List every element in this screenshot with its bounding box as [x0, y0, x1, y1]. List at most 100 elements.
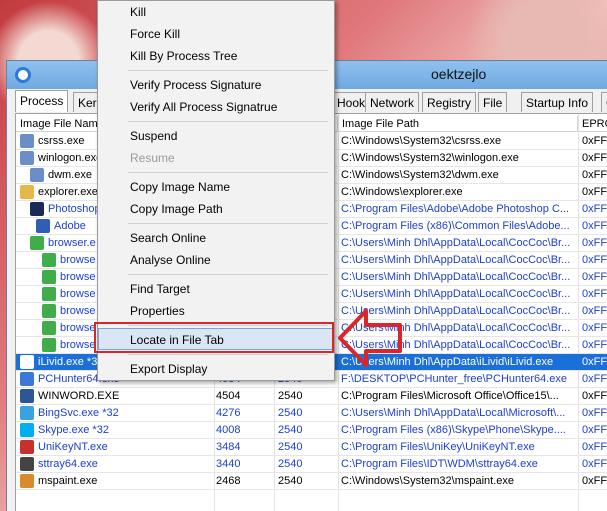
- image-path-cell: C:\Program Files\Adobe\Adobe Photoshop C…: [341, 203, 570, 215]
- pid-cell: 4276: [216, 407, 241, 419]
- process-name-cell: UniKeyNT.exe: [38, 441, 108, 453]
- image-path-cell: C:\Program Files (x86)\Common Files\Adob…: [341, 220, 570, 232]
- column-image-file-name[interactable]: Image File Name: [16, 116, 108, 132]
- parent-pid-cell: 2540: [278, 390, 303, 402]
- pid-cell: 2468: [216, 475, 241, 487]
- image-path-cell: C:\Users\Minh Dhl\AppData\Local\CocCoc\B…: [341, 288, 571, 300]
- eprocess-cell: 0xFFFF: [582, 356, 607, 368]
- menu-item-search-online[interactable]: Search Online: [130, 228, 206, 248]
- eprocess-cell: 0xFFFF: [582, 424, 607, 436]
- image-path-cell: C:\Windows\System32\mspaint.exe: [341, 475, 515, 487]
- eprocess-cell: 0xFFFF: [582, 475, 607, 487]
- eprocess-cell: 0xFFFF: [582, 271, 607, 283]
- table-row[interactable]: UniKeyNT.exe 3484 2540 C:\Program Files\Uni…: [16, 439, 607, 456]
- annotation-arrow-icon: [338, 309, 402, 367]
- eprocess-cell: 0xFFFF: [582, 152, 607, 164]
- column-image-file-path[interactable]: Image File Path: [338, 116, 578, 132]
- image-path-cell: C:\Windows\System32\dwm.exe: [341, 169, 499, 181]
- coccoc-icon: [42, 253, 56, 267]
- coccoc-icon: [42, 270, 56, 284]
- process-name-cell: explorer.exe: [38, 186, 98, 198]
- process-name-cell: dwm.exe: [48, 169, 93, 181]
- menu-item-export-display[interactable]: Export Display: [130, 359, 207, 379]
- tab-startup-info[interactable]: Startup Info: [521, 92, 594, 112]
- parent-pid-cell: 2540: [278, 441, 303, 453]
- app-logo-icon: [15, 67, 31, 83]
- eprocess-cell: 0xFFFF: [582, 288, 607, 300]
- menu-item-properties[interactable]: Properties: [130, 301, 185, 321]
- menu-item-copy-image-name[interactable]: Copy Image Name: [130, 177, 230, 197]
- coccoc-icon: [42, 304, 56, 318]
- eprocess-cell: 0xFFFF: [582, 322, 607, 334]
- menu-item-kill[interactable]: Kill: [130, 2, 146, 22]
- menu-item-verify-all-process-signature[interactable]: Verify All Process Signatrue: [130, 97, 277, 117]
- tab-registry[interactable]: Registry: [422, 92, 477, 112]
- image-path-cell: C:\Users\Minh Dhl\AppData\Local\Microsof…: [341, 407, 566, 419]
- pid-cell: 3484: [216, 441, 241, 453]
- table-row[interactable]: BingSvc.exe *32 4276 2540 C:\Users\Minh Dhl…: [16, 405, 607, 422]
- process-name-cell: browse: [60, 254, 96, 266]
- eprocess-cell: 0xFFFF: [582, 458, 607, 470]
- eprocess-cell: 0xFFFF: [582, 254, 607, 266]
- eprocess-cell: 0xFFFF: [582, 169, 607, 181]
- image-path-cell: C:\Users\Minh Dhl\AppData\Local\CocCoc\B…: [341, 237, 571, 249]
- pid-cell: 4008: [216, 424, 241, 436]
- menu-item-verify-process-signature[interactable]: Verify Process Signature: [130, 75, 261, 95]
- menu-item-analyse-online[interactable]: Analyse Online: [130, 250, 211, 270]
- eprocess-cell: 0xFFFF: [582, 339, 607, 351]
- image-path-cell: C:\Program Files\Microsoft Office\Office…: [341, 390, 559, 402]
- blank-icon: [20, 355, 34, 369]
- eprocess-cell: 0xFFFF: [582, 220, 607, 232]
- process-name-cell: Adobe: [54, 220, 86, 232]
- tab-network[interactable]: Network: [365, 92, 420, 112]
- parent-pid-cell: 2540: [278, 407, 303, 419]
- image-path-cell: C:\Windows\System32\winlogon.exe: [341, 152, 519, 164]
- menu-item-kill-by-process-tree[interactable]: Kill By Process Tree: [130, 46, 237, 66]
- bing-icon: [20, 406, 34, 420]
- process-name-cell: browser.e: [48, 237, 96, 249]
- tab-more[interactable]: C: [601, 92, 607, 112]
- eprocess-cell: 0xFFFF: [582, 186, 607, 198]
- menu-item-find-target[interactable]: Find Target: [130, 279, 190, 299]
- tab-file[interactable]: File: [478, 92, 508, 112]
- annotation-highlight-box: [94, 322, 334, 353]
- process-name-cell: browse: [60, 288, 96, 300]
- adobe-icon: [36, 219, 50, 233]
- process-name-cell: mspaint.exe: [38, 475, 98, 487]
- column-eprocess[interactable]: EPROCESS: [578, 116, 607, 132]
- parent-pid-cell: 2540: [278, 475, 303, 487]
- table-row[interactable]: WINWORD.EXE 4504 2540 C:\Program Files\Micr…: [16, 388, 607, 405]
- table-row[interactable]: sttray64.exe 3440 2540 C:\Program Files\IDT…: [16, 456, 607, 473]
- window-icon: [20, 134, 34, 148]
- menu-item-suspend[interactable]: Suspend: [130, 126, 177, 146]
- process-name-cell: iLivid.exe *32: [38, 356, 104, 368]
- menu-item-copy-image-path[interactable]: Copy Image Path: [130, 199, 223, 219]
- pid-cell: 4504: [216, 390, 241, 402]
- process-name-cell: BingSvc.exe *32: [38, 407, 119, 419]
- paint-icon: [20, 474, 34, 488]
- menu-item-force-kill[interactable]: Force Kill: [130, 24, 180, 44]
- image-path-cell: C:\Program Files\IDT\WDM\sttray64.exe: [341, 458, 538, 470]
- process-name-cell: winlogon.exe: [38, 152, 103, 164]
- image-path-cell: C:\Users\Minh Dhl\AppData\Local\CocCoc\B…: [341, 254, 571, 266]
- process-name-cell: Photoshop: [48, 203, 101, 215]
- table-row[interactable]: Skype.exe *32 4008 2540 C:\Program Files (x…: [16, 422, 607, 439]
- window-icon: [30, 168, 44, 182]
- eprocess-cell: 0xFFFF: [582, 373, 607, 385]
- process-name-cell: csrss.exe: [38, 135, 85, 147]
- image-path-cell: C:\Users\Minh Dhl\AppData\Local\CocCoc\B…: [341, 271, 571, 283]
- image-path-cell: C:\Program Files\UniKey\UniKeyNT.exe: [341, 441, 535, 453]
- photoshop-icon: [30, 202, 44, 216]
- process-name-cell: sttray64.exe: [38, 458, 98, 470]
- table-row[interactable]: mspaint.exe 2468 2540 C:\Windows\System32\m…: [16, 473, 607, 490]
- tab-process[interactable]: Process: [15, 90, 69, 112]
- eprocess-cell: 0xFFFF: [582, 203, 607, 215]
- eprocess-cell: 0xFFFF: [582, 390, 607, 402]
- folder-icon: [20, 185, 34, 199]
- pchunter-icon: [20, 372, 34, 386]
- coccoc-icon: [42, 287, 56, 301]
- image-path-cell: C:\Windows\System32\csrss.exe: [341, 135, 502, 147]
- menu-item-resume: Resume: [130, 151, 175, 165]
- coccoc-icon: [42, 321, 56, 335]
- eprocess-cell: 0xFFFF: [582, 407, 607, 419]
